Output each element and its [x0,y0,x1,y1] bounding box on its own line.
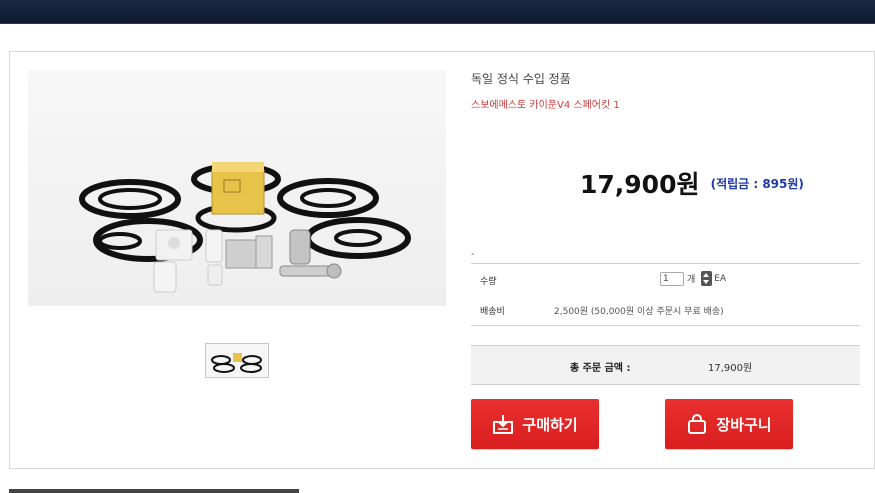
option-dash: - [471,249,475,260]
cart-button[interactable]: 장바구니 [665,399,793,449]
buy-button-label: 구매하기 [522,415,578,434]
total-label: 총 주문 금액 : [570,363,631,374]
divider [471,325,860,326]
total-box: 총 주문 금액 : 17,900원 [471,345,860,385]
buy-button[interactable]: 구매하기 [471,399,599,449]
cart-button-label: 장바구니 [716,415,772,434]
price-row: 17,900원 (적립금 : 895원) [580,165,804,201]
divider [471,263,860,264]
arrow-up-icon[interactable] [703,273,710,277]
product-subtitle: 독일 정식 수입 정품 [471,72,571,86]
shipping-value: 2,500원 (50,000원 이상 주문시 무료 배송) [554,307,724,317]
quantity-input[interactable]: 1 [660,271,684,286]
spare-kit-illustration [79,162,411,293]
shipping-label: 배송비 [480,307,505,317]
arrow-down-icon[interactable] [703,280,710,284]
download-box-icon [493,415,514,434]
quantity-stepper[interactable] [701,271,713,286]
quantity-control: 1 개 EA [660,271,726,286]
reward-points: (적립금 : 895원) [710,176,804,191]
thumbnail-image [211,353,262,373]
product-price: 17,900원 [580,170,700,199]
shopping-bag-icon [688,414,707,434]
top-navigation-bar [0,0,875,24]
quantity-label: 수량 [480,277,497,287]
product-thumbnail[interactable] [205,343,269,378]
bottom-scrollbar[interactable] [9,489,299,493]
total-value: 17,900원 [708,363,753,374]
quantity-ea: EA [714,273,727,284]
product-name: 스보에메스토 카이푼V4 스페어킷 1 [471,100,620,111]
quantity-unit: 개 [687,275,696,285]
product-main-image [28,70,446,306]
